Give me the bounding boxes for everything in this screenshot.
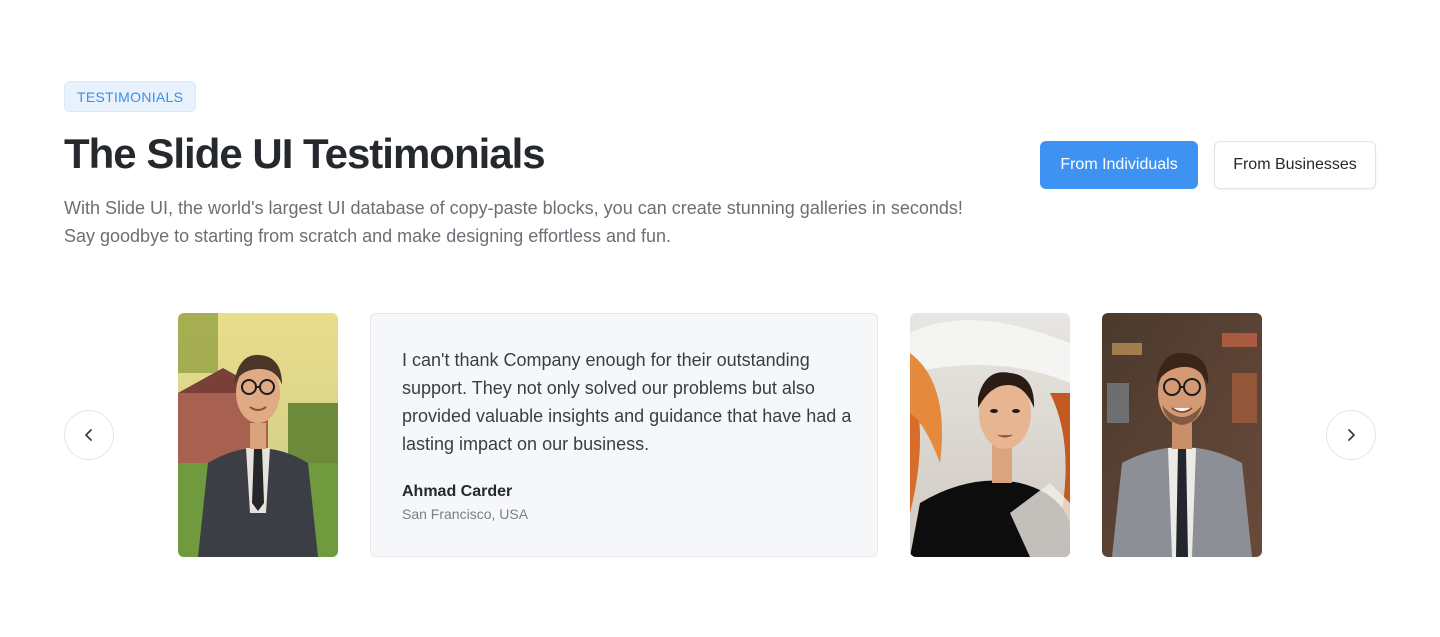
- testimonial-author-location: San Francisco, USA: [402, 506, 529, 522]
- carousel-prev-button[interactable]: [64, 410, 114, 460]
- testimonials-section: TESTIMONIALS The Slide UI Testimonials W…: [0, 0, 1440, 637]
- testimonial-photo-woman[interactable]: [910, 313, 1070, 557]
- section-badge: TESTIMONIALS: [64, 81, 197, 112]
- chevron-right-icon: [1348, 429, 1355, 441]
- testimonial-photo-man-indoors[interactable]: [1102, 313, 1262, 557]
- from-individuals-button[interactable]: From Individuals: [1040, 141, 1198, 189]
- testimonial-author-name: Ahmad Carder: [402, 483, 513, 500]
- testimonial-photo-man-outdoors[interactable]: [178, 313, 338, 557]
- portrait-image: [178, 313, 338, 557]
- carousel-next-button[interactable]: [1326, 410, 1376, 460]
- section-subtitle: With Slide UI, the world's largest UI da…: [64, 198, 963, 246]
- portrait-image: [910, 313, 1070, 557]
- from-businesses-button[interactable]: From Businesses: [1214, 141, 1376, 189]
- chevron-left-icon: [85, 429, 92, 441]
- portrait-image: [1102, 313, 1262, 557]
- section-title: The Slide UI Testimonials: [64, 130, 546, 177]
- testimonial-card: I can't thank Company enough for their o…: [370, 313, 878, 557]
- testimonial-quote: I can't thank Company enough for their o…: [402, 350, 852, 454]
